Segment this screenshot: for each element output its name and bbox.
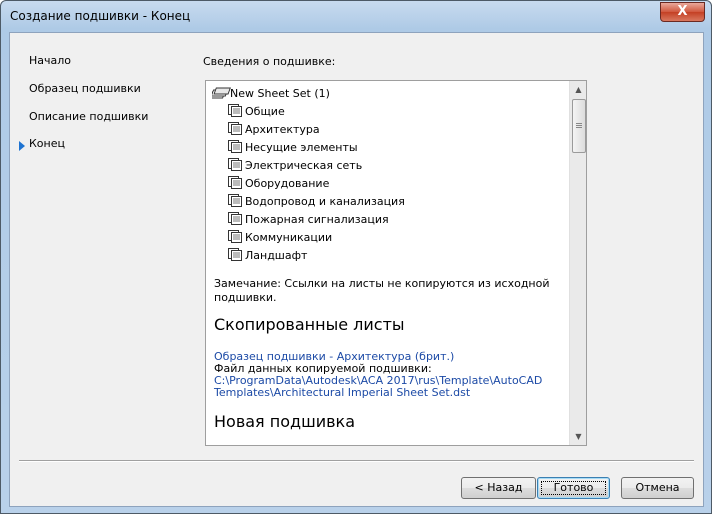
finish-button[interactable]: Готово (537, 477, 610, 499)
note-text: Замечание: Ссылки на листы не копируются… (214, 277, 550, 304)
cancel-button[interactable]: Отмена (621, 477, 694, 499)
finish-button-label: Готово (553, 481, 594, 494)
back-button-label: < Назад (474, 481, 523, 494)
nav-step-description: Описание подшивки (29, 110, 149, 123)
nav-step-finish: Конец (29, 137, 65, 150)
sheet-set-details-panel[interactable]: New Sheet Set (1) Общие Архитектура Несущи… (205, 80, 587, 446)
subset-icon (228, 158, 242, 171)
nav-step-example: Образец подшивки (29, 82, 141, 95)
source-path-line2[interactable]: Templates\Architectural Imperial Sheet S… (214, 387, 564, 399)
wizard-content: Начало Образец подшивки Описание подшивк… (9, 32, 704, 507)
scroll-down-arrow-icon[interactable]: ▼ (570, 428, 586, 445)
footer-divider (19, 460, 694, 462)
source-info: Образец подшивки - Архитектура (брит.) Ф… (214, 351, 564, 399)
close-icon: X (677, 4, 688, 19)
section-label: Сведения о подшивке: (203, 55, 336, 68)
subset-icon (228, 248, 242, 261)
wizard-window: Создание подшивки - Конец X Начало Образ… (0, 0, 712, 514)
subset-icon (228, 122, 242, 135)
subset-icon (228, 230, 242, 243)
tree-item-label: Пожарная сигнализация (245, 213, 389, 226)
nav-step-start: Начало (29, 54, 72, 67)
subset-icon (228, 176, 242, 189)
tree-item-label: Ландшафт (245, 249, 308, 262)
back-button[interactable]: < Назад (461, 477, 536, 499)
tree-item-label: Водопровод и канализация (245, 195, 405, 208)
subset-icon (228, 212, 242, 225)
tree-item-label: Электрическая сеть (245, 159, 363, 172)
tree-item-label: Коммуникации (245, 231, 333, 244)
window-title: Создание подшивки - Конец (10, 9, 191, 23)
title-bar[interactable]: Создание подшивки - Конец X (1, 1, 711, 33)
tree-root-label: New Sheet Set (1) (230, 87, 330, 100)
current-step-arrow-icon (19, 141, 25, 151)
tree-item-label: Оборудование (245, 177, 330, 190)
scroll-up-arrow-icon[interactable]: ▲ (570, 81, 586, 98)
tree-item-label: Несущие элементы (245, 141, 358, 154)
subset-icon (228, 194, 242, 207)
copied-sheets-heading: Скопированные листы (214, 315, 405, 334)
sheet-set-icon (212, 87, 231, 99)
tree-item-label: Архитектура (245, 123, 320, 136)
cancel-button-label: Отмена (635, 481, 680, 494)
details-content: New Sheet Set (1) Общие Архитектура Несущи… (206, 81, 569, 445)
subset-icon (228, 104, 242, 117)
tree-item-label: Общие (245, 105, 285, 118)
close-button[interactable]: X (660, 2, 705, 22)
scroll-thumb[interactable] (572, 99, 586, 153)
subset-icon (228, 140, 242, 153)
new-sheet-set-heading: Новая подшивка (214, 412, 356, 431)
vertical-scrollbar[interactable]: ▲ ▼ (569, 81, 586, 445)
